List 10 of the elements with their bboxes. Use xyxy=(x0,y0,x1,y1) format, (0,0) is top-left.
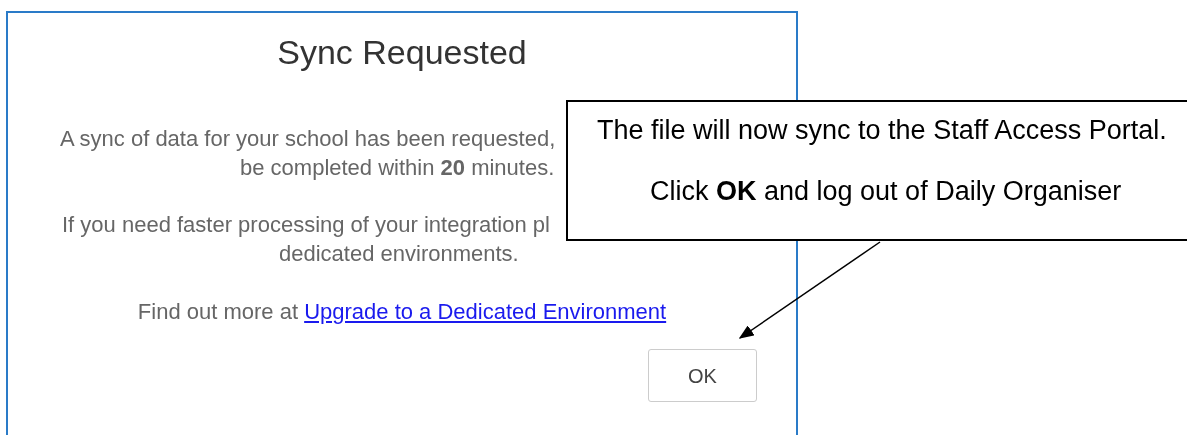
upgrade-link[interactable]: Upgrade to a Dedicated Environment xyxy=(304,299,667,324)
callout-text: Click OK and log out of Daily Organiser xyxy=(650,176,1122,206)
ok-button[interactable]: OK xyxy=(648,349,757,402)
dialog-text: If you need faster processing of your integration pl xyxy=(62,212,550,237)
dialog-text: A sync of data for your school has been requested, xyxy=(60,126,556,151)
dialog-text: dedicated environments. xyxy=(279,241,519,266)
more-info-text: Find out more at xyxy=(137,299,299,324)
dialog-text: be completed within 20 minutes. xyxy=(240,155,555,180)
dialog-title: Sync Requested xyxy=(277,33,527,71)
callout-text: The file will now sync to the Staff Access Portal. xyxy=(597,115,1167,145)
